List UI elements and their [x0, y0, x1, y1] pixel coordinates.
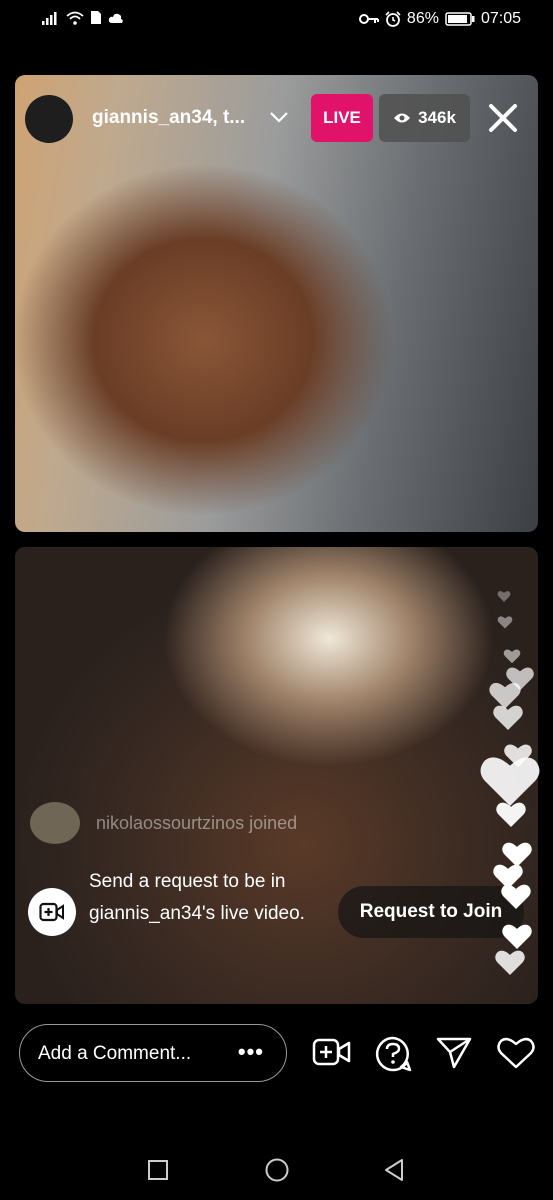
heart-icon: [502, 924, 532, 950]
viewer-count-badge[interactable]: 346k: [379, 94, 470, 142]
home-icon[interactable]: [264, 1157, 290, 1183]
alarm-icon: [385, 11, 401, 27]
eye-icon: [394, 113, 411, 123]
back-icon[interactable]: [382, 1157, 406, 1183]
chevron-down-icon[interactable]: [268, 106, 290, 128]
request-video-icon[interactable]: [28, 888, 76, 936]
request-to-join-button[interactable]: Request to Join: [338, 886, 524, 938]
battery-percent: 86%: [406, 10, 439, 27]
clock: 07:05: [480, 10, 521, 27]
live-badge: LIVE: [311, 94, 373, 142]
joined-notice: nikolaossourtzinos joined: [30, 802, 297, 844]
close-icon[interactable]: [486, 101, 520, 135]
joined-user-avatar: [30, 802, 80, 844]
question-icon[interactable]: [374, 1036, 412, 1072]
joined-text: nikolaossourtzinos joined: [96, 812, 298, 833]
sim-icon: [91, 11, 101, 24]
status-bar: 86% 07:05: [0, 0, 553, 40]
cloud-icon: [108, 13, 123, 23]
more-options-button[interactable]: •••: [238, 1039, 264, 1065]
heart-icon: [501, 884, 531, 910]
key-icon: [358, 14, 379, 24]
heart-icon: [497, 591, 511, 602]
heart-icon[interactable]: [497, 1036, 535, 1070]
comment-input[interactable]: Add a Comment... •••: [19, 1024, 287, 1082]
heart-icon: [495, 950, 525, 976]
recent-apps-icon[interactable]: [147, 1159, 169, 1181]
wifi-icon: [66, 11, 84, 25]
add-video-icon[interactable]: [312, 1036, 352, 1070]
host-avatar[interactable]: [25, 95, 73, 143]
host-username[interactable]: giannis_an34, t...: [92, 107, 245, 129]
viewer-count: 346k: [418, 108, 456, 127]
host-video-stream[interactable]: [15, 75, 538, 532]
signal-icon: [42, 11, 57, 25]
heart-icon: [497, 616, 513, 629]
comment-placeholder: Add a Comment...: [38, 1043, 192, 1064]
battery-icon: [445, 12, 475, 26]
request-message: Send a request to be in giannis_an34's l…: [89, 871, 305, 924]
heart-icon: [493, 705, 523, 731]
heart-icon: [503, 649, 521, 664]
send-icon[interactable]: [436, 1036, 472, 1070]
add-video-icon: [39, 902, 64, 922]
heart-icon: [496, 802, 526, 828]
